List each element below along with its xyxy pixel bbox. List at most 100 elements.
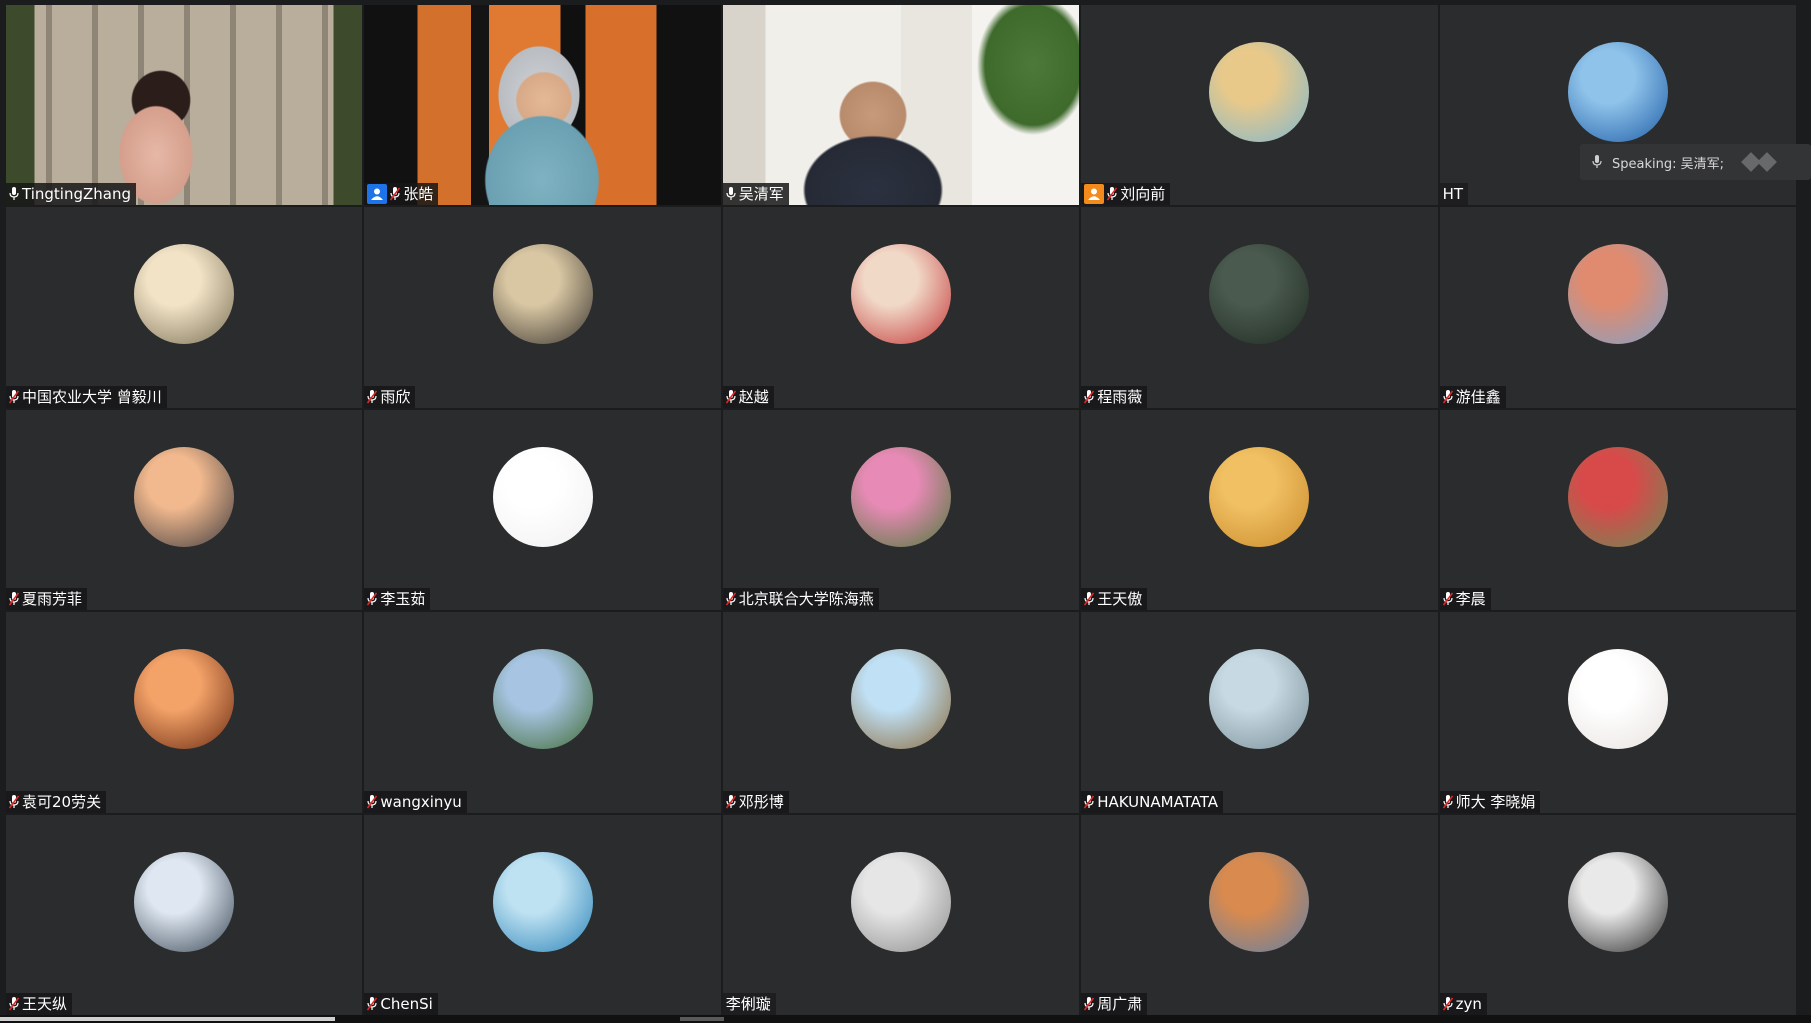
person-badge-icon: [367, 184, 388, 205]
scrollbar-thumb[interactable]: [0, 1017, 335, 1021]
participant-name: wangxinyu: [380, 792, 462, 811]
participant-name-tag: 李俐璇: [722, 992, 776, 1015]
participant-name-tag: 刘向前: [1081, 183, 1171, 206]
avatar: [850, 244, 951, 345]
avatar: [134, 244, 235, 345]
participant-name: HT: [1442, 185, 1464, 204]
participant-tile[interactable]: 张皓: [364, 5, 721, 206]
bottom-scrollbar[interactable]: [0, 1015, 1811, 1023]
microphone-icon: [9, 187, 19, 201]
mic-muted-icon: [367, 592, 378, 606]
participant-tile[interactable]: 吴清军: [722, 5, 1080, 206]
participant-tile[interactable]: 夏雨芳菲: [6, 409, 363, 611]
mic-muted-icon: [1084, 389, 1095, 404]
avatar: [134, 649, 235, 750]
avatar: [1567, 851, 1668, 952]
participant-tile[interactable]: 刘向前: [1081, 5, 1438, 206]
participant-tile[interactable]: 游佳鑫: [1439, 207, 1796, 408]
avatar: [1209, 42, 1310, 142]
participant-name-tag: 雨欣: [364, 385, 416, 408]
participant-name-tag: zyn: [1439, 992, 1487, 1015]
avatar: [492, 244, 593, 345]
speaking-label: Speaking: 吴清军;: [1612, 156, 1724, 172]
zoom-gallery-view: TingtingZhang 张皓 吴清军 刘向前 HT 中国农业大学 曾毅川 雨欣 赵越 程雨薇…: [0, 0, 1811, 1023]
participant-name: ChenSi: [380, 994, 433, 1013]
participant-name-tag: HT: [1439, 183, 1469, 206]
participant-name: 张皓: [403, 185, 434, 204]
participant-name-tag: 中国农业大学 曾毅川: [6, 385, 167, 408]
mic-muted-icon: [9, 996, 19, 1011]
participant-name: zyn: [1455, 994, 1482, 1013]
participant-tile[interactable]: 王天纵: [6, 814, 363, 1015]
mic-muted-icon: [725, 389, 736, 404]
participant-name: 程雨薇: [1097, 387, 1143, 406]
participant-tile[interactable]: 中国农业大学 曾毅川: [6, 207, 363, 408]
avatar: [492, 649, 593, 750]
participant-name: 李俐璇: [725, 994, 771, 1013]
participant-tile[interactable]: TingtingZhang: [6, 5, 363, 206]
person-badge-icon: [1084, 184, 1105, 205]
participant-name-tag: 王天纵: [6, 992, 73, 1015]
participant-name: 王天傲: [1097, 590, 1143, 609]
participant-name-tag: 张皓: [364, 183, 439, 206]
participant-tile[interactable]: 北京联合大学陈海燕: [722, 409, 1080, 611]
participant-name: 李玉茹: [380, 590, 426, 609]
avatar: [134, 851, 235, 952]
mic-muted-icon: [1442, 794, 1453, 809]
participant-name-tag: 赵越: [722, 385, 774, 408]
participant-tile[interactable]: 邓彤博: [722, 612, 1080, 813]
participant-tile[interactable]: 雨欣: [364, 207, 721, 408]
microphone-icon: [1592, 155, 1602, 168]
mic-muted-icon: [9, 794, 19, 809]
mic-muted-icon: [1442, 389, 1453, 404]
participant-name-tag: 袁可20劳关: [6, 790, 107, 813]
participant-tile[interactable]: HAKUNAMATATA: [1081, 612, 1438, 813]
participant-tile[interactable]: 李晨: [1439, 409, 1796, 611]
voice-activity-icon: [1741, 152, 1777, 172]
participant-name-tag: 程雨薇: [1081, 385, 1148, 408]
mic-muted-icon: [725, 592, 736, 606]
participant-tile[interactable]: 周广肃: [1081, 814, 1438, 1015]
participant-name: 邓彤博: [738, 792, 784, 811]
mic-muted-icon: [1084, 996, 1095, 1011]
participant-name: 李晨: [1455, 590, 1486, 609]
participant-name-tag: 周广肃: [1081, 992, 1148, 1015]
mic-muted-icon: [1084, 794, 1095, 809]
avatar: [134, 446, 235, 547]
avatar: [492, 446, 593, 547]
participant-name: 北京联合大学陈海燕: [738, 590, 874, 609]
participant-tile[interactable]: 赵越: [722, 207, 1080, 408]
mic-muted-icon: [725, 794, 736, 809]
avatar: [850, 446, 951, 547]
participant-name: TingtingZhang: [22, 185, 131, 204]
participant-name-tag: 李玉茹: [364, 588, 431, 611]
participant-name-tag: 师大 李晓娟: [1439, 790, 1541, 813]
participant-tile[interactable]: wangxinyu: [364, 612, 721, 813]
participant-tile[interactable]: zyn: [1439, 814, 1796, 1015]
participant-name: 中国农业大学 曾毅川: [22, 387, 162, 406]
scrollbar-marker: [680, 1017, 724, 1021]
mic-muted-icon: [9, 592, 19, 606]
participant-tile[interactable]: 李玉茹: [364, 409, 721, 611]
participant-name-tag: HAKUNAMATATA: [1081, 790, 1224, 813]
participant-tile[interactable]: 程雨薇: [1081, 207, 1438, 408]
participant-name: 吴清军: [738, 185, 784, 204]
participant-tile[interactable]: 袁可20劳关: [6, 612, 363, 813]
participant-name-tag: 游佳鑫: [1439, 385, 1506, 408]
mic-muted-icon: [367, 389, 378, 404]
avatar: [850, 649, 951, 750]
participant-tile[interactable]: 王天傲: [1081, 409, 1438, 611]
participant-name: 雨欣: [380, 387, 411, 406]
participant-video: [6, 5, 363, 206]
participant-name-tag: ChenSi: [364, 992, 438, 1015]
mic-muted-icon: [9, 389, 19, 404]
participant-tile[interactable]: ChenSi: [364, 814, 721, 1015]
participant-tile[interactable]: 师大 李晓娟: [1439, 612, 1796, 813]
avatar: [1567, 649, 1668, 750]
participant-name: 王天纵: [22, 994, 68, 1013]
participant-name-tag: TingtingZhang: [6, 183, 136, 206]
avatar: [1567, 244, 1668, 345]
participant-name-tag: 王天傲: [1081, 588, 1148, 611]
participant-name-tag: 邓彤博: [722, 790, 789, 813]
participant-tile[interactable]: 李俐璇: [722, 814, 1080, 1015]
